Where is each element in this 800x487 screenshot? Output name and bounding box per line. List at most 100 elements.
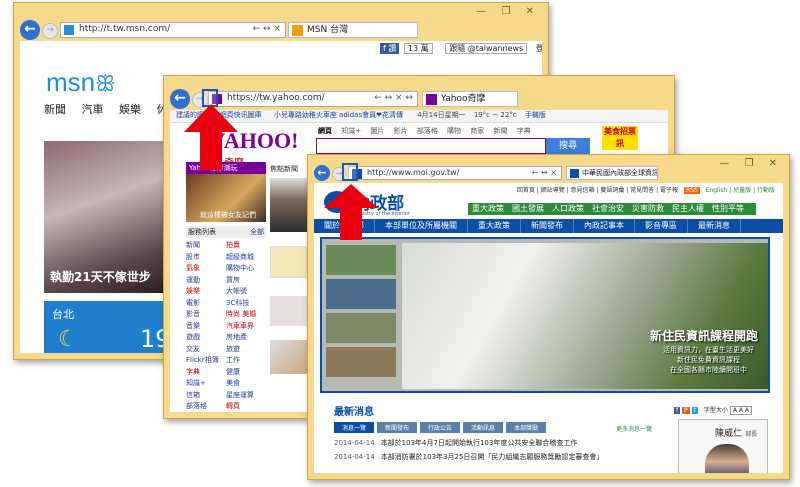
news-headline[interactable]: 本部於103年4月7日起開始執行103年度公共安全聯合稽查工作 bbox=[381, 439, 578, 447]
nav-autos[interactable]: 汽車 bbox=[82, 101, 104, 117]
thumb-4[interactable] bbox=[326, 347, 396, 377]
banner[interactable]: 新住民資訊課程開跑 活用資訊力，在臺生活更美好 新住民免費資訊課程 在全國各縣市… bbox=[320, 237, 770, 393]
font-size-controls[interactable]: A A A bbox=[729, 406, 752, 415]
service-item[interactable]: 知識+ bbox=[186, 378, 226, 388]
address-bar[interactable]: http://t.tw.msn.com/ ← ↔ × bbox=[60, 22, 286, 38]
search-tab-news[interactable]: 新聞 bbox=[494, 127, 508, 135]
plurk-icon[interactable]: P bbox=[682, 407, 690, 414]
menu-item[interactable]: 最新消息 bbox=[688, 219, 741, 233]
tab-yahoo[interactable]: Yahoo奇摩 bbox=[422, 91, 518, 107]
news-row[interactable]: 2014-04-14 本部於103年4月7日起開始執行103年度公共安全聯合稽查工… bbox=[334, 438, 674, 448]
service-item[interactable]: 大帳號 bbox=[226, 286, 266, 296]
service-item[interactable]: 運動 bbox=[186, 275, 226, 285]
twitter-icon[interactable]: t bbox=[691, 407, 698, 414]
address-bar[interactable]: https://tw.yahoo.com/ ← ↔ × ↔ bbox=[208, 91, 418, 107]
service-item[interactable]: 美食 bbox=[226, 378, 266, 388]
window-controls[interactable]: — ❐ ✕ bbox=[719, 158, 783, 169]
service-item[interactable]: 影音 bbox=[186, 309, 226, 319]
mobile-link[interactable]: 手機版 bbox=[525, 111, 546, 119]
headline-image[interactable]: 執勤21天不傢世步 bbox=[44, 141, 168, 293]
service-item[interactable]: 健康 bbox=[226, 367, 266, 377]
search-tab-video[interactable]: 影片 bbox=[394, 127, 408, 135]
left-feature-image[interactable]: 就這樣被女友記們 bbox=[186, 174, 266, 222]
nav-news[interactable]: 新聞 bbox=[44, 101, 66, 117]
service-item[interactable]: 汽車車界 bbox=[226, 321, 266, 331]
service-all-link[interactable]: 全部 bbox=[250, 227, 264, 237]
rss-icon[interactable]: RSS bbox=[683, 187, 700, 194]
tab-moi[interactable]: 中華民國內政部全球資訊網 bbox=[566, 166, 658, 180]
menu-item[interactable]: 新聞發布 bbox=[521, 219, 574, 233]
menu-item[interactable]: 重大政策 bbox=[468, 219, 521, 233]
service-item[interactable]: 新聞 bbox=[186, 240, 226, 250]
twitter-follow-button[interactable]: 跟隨 @taiwannews bbox=[445, 43, 528, 54]
service-item[interactable]: 部落格 bbox=[186, 401, 226, 411]
window-controls[interactable]: — ❐ ✕ bbox=[476, 6, 540, 17]
topic-item[interactable]: 人口政策 bbox=[552, 204, 584, 213]
nav-entertainment[interactable]: 娛樂 bbox=[119, 101, 141, 117]
service-item[interactable]: Flickr相簿 bbox=[186, 355, 226, 365]
search-tab-images[interactable]: 圖片 bbox=[370, 127, 384, 135]
search-tab-stores[interactable]: 商家 bbox=[470, 127, 484, 135]
more-link[interactable]: 更多消息一覽 bbox=[616, 424, 652, 433]
promo-badge[interactable]: 美食招票訊 bbox=[602, 126, 638, 150]
address-bar[interactable]: http://www.moi.gov.tw/ ← ↔ × bbox=[348, 166, 562, 180]
topic-item[interactable]: 社會治安 bbox=[592, 204, 624, 213]
left-caption[interactable]: 就這樣被女友記們 bbox=[200, 210, 256, 220]
menu-item[interactable]: 本部單位及所屬機關 bbox=[375, 219, 468, 233]
topic-item[interactable]: 國土發展 bbox=[512, 204, 544, 213]
back-button[interactable]: ← bbox=[314, 165, 330, 181]
headline-caption[interactable]: 執勤21天不傢世步 bbox=[50, 268, 151, 285]
service-item[interactable]: 股市 bbox=[186, 252, 226, 262]
minister-card[interactable]: 陳威仁 部長 bbox=[678, 419, 768, 473]
thumb-2[interactable] bbox=[326, 279, 396, 309]
search-button[interactable]: 搜尋 bbox=[546, 138, 590, 154]
forward-button[interactable]: → bbox=[42, 23, 58, 39]
address-controls[interactable]: ← ↔ × bbox=[532, 168, 557, 177]
news-tab[interactable]: 行政公告 bbox=[420, 422, 461, 433]
service-item[interactable]: 旅遊 bbox=[226, 344, 266, 354]
service-item[interactable]: 娛樂 bbox=[186, 286, 226, 296]
search-tab-web[interactable]: 網頁 bbox=[318, 127, 332, 135]
news-row[interactable]: 2014-04-14 本部消防署於103年3月25日召開「民力組織志願服務獎勵認定… bbox=[334, 452, 674, 462]
menu-item[interactable]: 影音專區 bbox=[635, 219, 688, 233]
search-tab-knowledge[interactable]: 知識+ bbox=[341, 127, 361, 135]
ticker-links[interactable]: 小兒專路幼稚火車座 adidas會員❤花清傳 bbox=[274, 111, 403, 119]
menu-item[interactable]: 內政記事本 bbox=[574, 219, 635, 233]
search-tab-shopping[interactable]: 購物 bbox=[447, 127, 461, 135]
login-link[interactable]: 登入 bbox=[536, 44, 542, 53]
news-headline[interactable]: 本部消防署於103年3月25日召開「民力組織志願服務獎勵認定審查會」 bbox=[381, 453, 604, 461]
facebook-icon[interactable]: f bbox=[674, 407, 681, 414]
news-tab[interactable]: 消息一覽 bbox=[334, 422, 375, 433]
service-item[interactable]: 遊戲 bbox=[186, 332, 226, 342]
service-item[interactable]: 信箱 bbox=[186, 390, 226, 400]
service-item[interactable]: 3C科技 bbox=[226, 298, 266, 308]
service-item[interactable]: 星座運算 bbox=[226, 390, 266, 400]
weather-panel[interactable]: 台北 ☾ 19 bbox=[44, 301, 171, 353]
service-item[interactable]: 超級商城 bbox=[226, 252, 266, 262]
service-item[interactable]: 購物中心 bbox=[226, 263, 266, 273]
search-tab-dictionary[interactable]: 字典 bbox=[517, 127, 531, 135]
address-controls[interactable]: ← ↔ × bbox=[253, 24, 281, 34]
utility-links[interactable]: 回首頁 | 網站導覽 | 意見信箱 | 雙語詞彙 | 常見問答 | 電子報 bbox=[517, 187, 678, 194]
news-tab[interactable]: 活動訊息 bbox=[463, 422, 504, 433]
service-item[interactable]: 拍賣 bbox=[226, 240, 266, 250]
topic-item[interactable]: 災害防救 bbox=[632, 204, 664, 213]
topic-item[interactable]: 重大政策 bbox=[472, 204, 504, 213]
service-item[interactable]: 交友 bbox=[186, 344, 226, 354]
tab-msn[interactable]: MSN 台灣 bbox=[288, 22, 418, 38]
news-tab[interactable]: 本部獎勵 bbox=[506, 422, 547, 433]
service-item[interactable]: 氣象 bbox=[186, 263, 226, 273]
search-input[interactable] bbox=[316, 138, 546, 154]
service-item[interactable]: 買房 bbox=[226, 275, 266, 285]
topic-item[interactable]: 民主人權 bbox=[672, 204, 704, 213]
news-tab[interactable]: 新聞發布 bbox=[377, 422, 418, 433]
service-item[interactable]: 轉頁 bbox=[226, 401, 266, 411]
facebook-like-button[interactable]: f 讚 bbox=[380, 43, 400, 54]
service-item[interactable]: 工作 bbox=[226, 355, 266, 365]
search-tab-blog[interactable]: 部落格 bbox=[417, 127, 438, 135]
language-links[interactable]: English | 兒童版 | 行動版 bbox=[706, 187, 775, 194]
service-item[interactable]: 時尚 美婚 bbox=[226, 309, 266, 319]
service-item[interactable]: 房地產 bbox=[226, 332, 266, 342]
service-item[interactable]: 音樂 bbox=[186, 321, 226, 331]
service-item[interactable]: 電影 bbox=[186, 298, 226, 308]
